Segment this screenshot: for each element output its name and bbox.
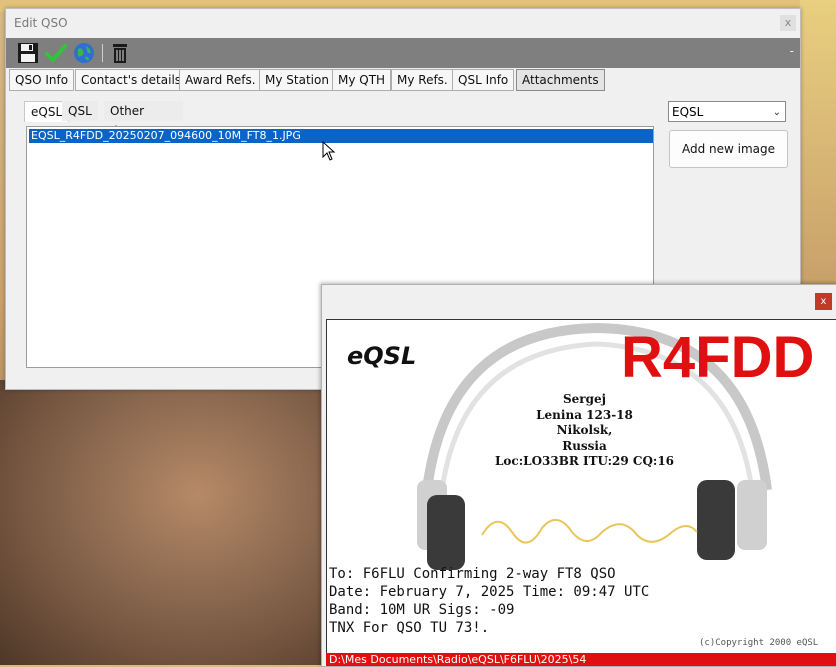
operator-name: Sergej [563, 392, 606, 406]
street-address: Lenina 123-18 [536, 407, 633, 422]
locator-zones: Loc:LO33BR ITU:29 CQ:16 [494, 454, 675, 468]
subtab-other-documents[interactable]: Other documents [104, 101, 183, 138]
tab-my-qth[interactable]: My QTH [332, 69, 392, 91]
tab-qso-info[interactable]: QSO Info [9, 69, 75, 91]
city: Nikolsk, [556, 423, 613, 437]
qso-details: To: F6FLU Confirming 2-way FT8 QSO Date:… [329, 565, 649, 637]
tab-award-refs[interactable]: Award Refs. [179, 69, 262, 91]
window-title-bar: Edit QSO x [6, 9, 800, 37]
toolbar-collapse-button[interactable]: - [790, 44, 794, 58]
preview-close-button[interactable]: x [815, 293, 832, 310]
toolbar: - [6, 38, 800, 68]
qso-line-thanks: TNX For QSO TU 73!. [329, 620, 490, 636]
chevron-down-icon: ⌄ [772, 107, 781, 118]
window-title: Edit QSO [14, 16, 68, 30]
qso-line-band: Band: 10M UR Sigs: -09 [329, 602, 515, 618]
station-address: Sergej Lenina 123-18 Nikolsk, Russia Loc… [477, 392, 692, 470]
checkmark-icon[interactable] [44, 41, 68, 65]
trash-icon[interactable] [108, 41, 132, 65]
mouse-cursor-icon [322, 141, 336, 161]
save-icon[interactable] [16, 41, 40, 65]
eqsl-card-image: eQSL R4FDD Sergej Lenina 123-18 Nikolsk,… [326, 319, 836, 666]
window-close-button[interactable]: x [780, 15, 796, 31]
tab-my-refs[interactable]: My Refs. [391, 69, 454, 91]
toolbar-separator [102, 44, 103, 62]
desktop-background-right [800, 0, 836, 290]
list-item[interactable]: EQSL_R4FDD_20250207_094600_10M_FT8_1.JPG [29, 129, 653, 143]
attachment-type-value: EQSL [672, 105, 704, 119]
qso-line-date: Date: February 7, 2025 Time: 09:47 UTC [329, 584, 650, 600]
callsign: R4FDD [621, 325, 815, 390]
qso-line-to: To: F6FLU Confirming 2-way FT8 QSO [329, 566, 616, 582]
country: Russia [562, 438, 607, 453]
eqsl-logo: eQSL [347, 342, 417, 370]
copyright-notice: (c)Copyright 2000 eQSL [699, 638, 819, 648]
tab-attachments[interactable]: Attachments [516, 69, 605, 91]
desktop-background-photo [0, 380, 330, 665]
tab-my-station[interactable]: My Station [259, 69, 335, 91]
attachment-type-select[interactable]: EQSL ⌄ [668, 101, 786, 122]
add-new-image-button[interactable]: Add new image [669, 130, 788, 168]
globe-icon[interactable] [72, 41, 96, 65]
subtab-qsl[interactable]: QSL [62, 101, 98, 121]
tab-contacts-details[interactable]: Contact's details [75, 69, 188, 91]
tab-qsl-info[interactable]: QSL Info [452, 69, 515, 91]
eqsl-preview-window: x eQSL R4FDD Sergej Lenina 123-18 Nikols… [321, 284, 836, 667]
